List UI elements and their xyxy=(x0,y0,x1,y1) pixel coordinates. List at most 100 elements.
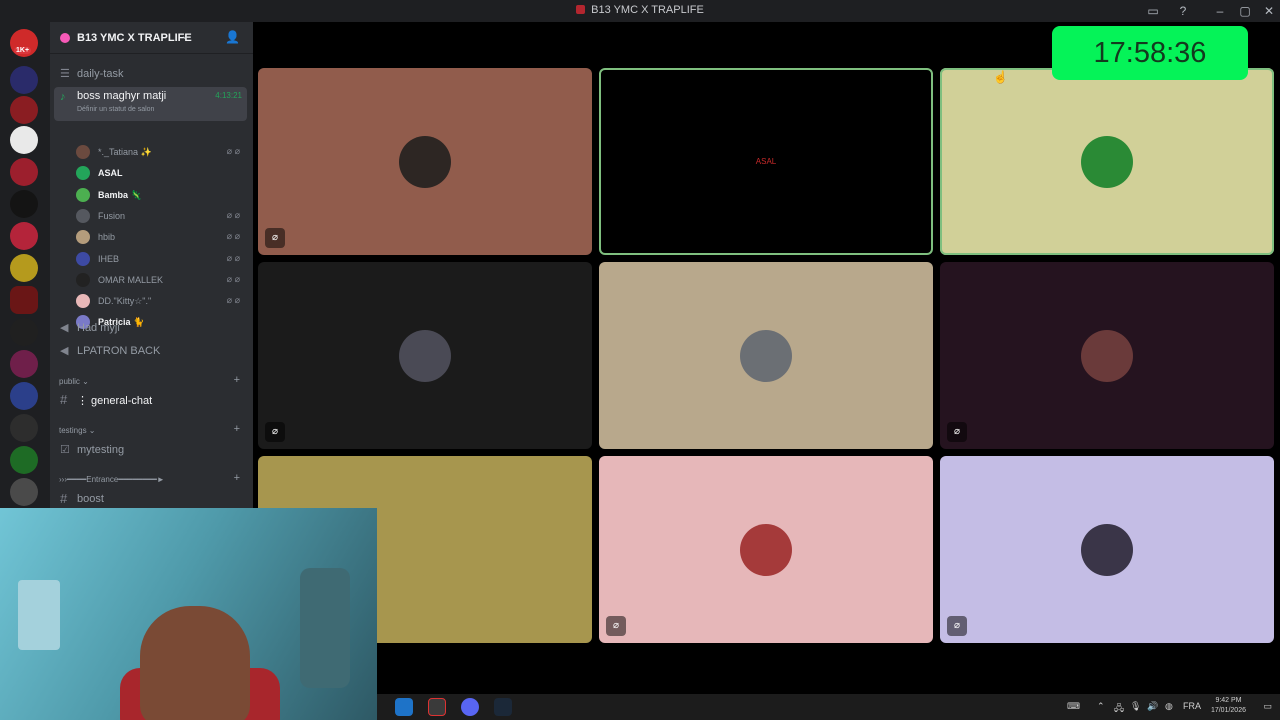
help-icon[interactable]: ? xyxy=(1175,3,1191,19)
add-channel-icon[interactable]: + xyxy=(234,423,240,435)
notifications-icon[interactable]: ▭ xyxy=(1263,701,1272,712)
voice-channel-lpatron[interactable]: ◀ LPATRON BACK xyxy=(54,341,247,361)
maximize-button[interactable]: ▢ xyxy=(1237,3,1253,19)
channel-label: boost xyxy=(77,493,104,505)
muted-icon: ⌀ xyxy=(947,422,967,442)
voice-user-row[interactable]: DD."Kitty☆"." ⌀ ⌀ xyxy=(76,291,246,312)
participant-tile[interactable]: ⌀ xyxy=(258,262,592,449)
user-name: OMAR MALLEK xyxy=(98,274,164,285)
voice-timer: 4:13:21 xyxy=(215,91,242,100)
server-icon[interactable] xyxy=(10,350,38,378)
text-channel-icon: ☑ xyxy=(60,444,70,456)
voice-user-row[interactable]: ASAL xyxy=(76,163,246,184)
voice-user-row[interactable]: Bamba 🦎 xyxy=(76,185,246,206)
voice-channel-had-myji[interactable]: ◀ Had myji xyxy=(54,318,247,338)
server-icon[interactable] xyxy=(10,446,38,474)
server-icon[interactable] xyxy=(10,478,38,506)
edge-icon[interactable] xyxy=(395,698,413,716)
taskbar: ⌨ ⌃ 🖧 🎙 🔊 ◍ FRA 9:42 PM 17/01/2026 ▭ xyxy=(377,694,1280,720)
category-testings[interactable]: testings ⌄ xyxy=(59,426,96,435)
clock-tray[interactable]: 9:42 PM 17/01/2026 xyxy=(1211,696,1246,716)
voice-user-row[interactable]: hbib ⌀ ⌀ xyxy=(76,227,246,248)
participant-avatar xyxy=(399,136,451,188)
voice-call-grid: ⌀ ASAL ⌀ ⌀ ⌀ ⌀ xyxy=(253,22,1280,694)
server-rail: 1K+ xyxy=(0,22,50,508)
inbox-icon[interactable]: ▭ xyxy=(1145,3,1161,19)
user-name: Bamba 🦎 xyxy=(98,189,142,200)
current-server-icon[interactable] xyxy=(10,286,38,314)
lang-indicator[interactable]: FRA xyxy=(1183,701,1201,711)
channel-boost[interactable]: # boost xyxy=(54,489,247,509)
keyboard-icon[interactable]: ⌨ xyxy=(1067,701,1080,712)
network-icon[interactable]: 🖧 xyxy=(1114,701,1124,717)
hash-icon: # xyxy=(60,491,68,506)
text-channel-icon: ☰ xyxy=(60,68,70,80)
unread-badge: 1K+ xyxy=(14,47,32,54)
obs-icon[interactable] xyxy=(428,698,446,716)
participant-avatar xyxy=(399,330,451,382)
discord-icon[interactable] xyxy=(461,698,479,716)
participant-tile[interactable]: ⌀ xyxy=(940,262,1274,449)
server-icon[interactable] xyxy=(10,414,38,442)
participant-tile[interactable]: ⌀ xyxy=(940,456,1274,643)
tray-date: 17/01/2026 xyxy=(1210,707,1246,714)
chevron-up-icon[interactable]: ⌃ xyxy=(1097,701,1105,712)
participant-tile[interactable]: ⌀ xyxy=(258,68,592,255)
participant-tile[interactable] xyxy=(940,68,1274,255)
channel-general-chat[interactable]: # ⋮ general-chat xyxy=(54,390,247,410)
server-icon xyxy=(60,33,70,43)
voice-user-row[interactable]: OMAR MALLEK ⌀ ⌀ xyxy=(76,270,246,291)
steam-icon[interactable] xyxy=(494,698,512,716)
add-member-icon[interactable]: 👤 xyxy=(225,30,240,44)
dm-home-icon[interactable]: 1K+ xyxy=(10,29,38,57)
speaker-icon[interactable]: 🔊 xyxy=(1147,701,1158,712)
user-avatar xyxy=(76,294,90,309)
add-channel-icon[interactable]: + xyxy=(234,472,240,484)
add-channel-icon[interactable]: + xyxy=(234,374,240,386)
voice-user-row[interactable]: *._Tatiana ✨ ⌀ ⌀ xyxy=(76,142,246,163)
participant-avatar xyxy=(740,524,792,576)
server-icon[interactable] xyxy=(10,66,38,94)
user-name: *._Tatiana ✨ xyxy=(98,147,152,157)
webcam-overlay xyxy=(0,508,377,720)
app-icon xyxy=(576,5,586,14)
server-icon[interactable] xyxy=(10,158,38,186)
voice-user-row[interactable]: Fusion ⌀ ⌀ xyxy=(76,206,246,227)
close-button[interactable]: ✕ xyxy=(1261,3,1277,19)
category-public[interactable]: public ⌄ xyxy=(59,377,89,386)
participant-tile[interactable]: ASAL xyxy=(599,68,933,255)
server-icon[interactable] xyxy=(10,222,38,250)
channel-status[interactable]: Définir un statut de salon xyxy=(77,106,154,113)
chevron-down-icon[interactable]: ⌄ xyxy=(181,31,189,42)
muted-deafened-icon: ⌀ ⌀ xyxy=(226,295,240,306)
user-name: IHEB xyxy=(98,253,120,264)
server-icon[interactable] xyxy=(10,254,38,282)
muted-deafened-icon: ⌀ ⌀ xyxy=(226,231,240,242)
voice-user-row[interactable]: IHEB ⌀ ⌀ xyxy=(76,249,246,270)
server-icon[interactable] xyxy=(10,96,38,124)
channel-label: Had myji xyxy=(77,322,120,334)
participant-avatar: ASAL xyxy=(740,136,792,188)
wifi-icon[interactable]: ◍ xyxy=(1165,701,1173,712)
muted-deafened-icon: ⌀ ⌀ xyxy=(226,252,240,263)
minimize-button[interactable]: – xyxy=(1212,3,1228,19)
voice-channel-icon: ◀ xyxy=(60,322,69,334)
participant-tile[interactable] xyxy=(599,262,933,449)
channel-mytesting[interactable]: ☑ mytesting xyxy=(54,440,247,460)
user-avatar xyxy=(76,166,90,181)
user-name: Fusion xyxy=(98,210,126,221)
participant-tile[interactable]: ⌀ xyxy=(599,456,933,643)
server-icon[interactable] xyxy=(10,382,38,410)
channel-daily-task[interactable]: ☰ daily-task xyxy=(54,64,247,84)
category-entrance[interactable]: ›››━━━━Entrance━━━━━━━━► xyxy=(59,475,165,484)
user-avatar xyxy=(76,251,90,266)
server-icon[interactable] xyxy=(10,190,38,218)
voice-channel-boss[interactable]: ♪ boss maghyr matji Définir un statut de… xyxy=(54,87,247,121)
mic-icon[interactable]: 🎙 xyxy=(1130,701,1141,712)
user-avatar xyxy=(76,145,90,159)
participant-avatar xyxy=(1081,330,1133,382)
server-header[interactable]: B13 YMC X TRAPLIFE ⌄ 👤 xyxy=(50,22,253,54)
server-icon[interactable] xyxy=(10,318,38,346)
server-icon[interactable] xyxy=(10,126,38,154)
user-name: ASAL xyxy=(98,168,123,179)
